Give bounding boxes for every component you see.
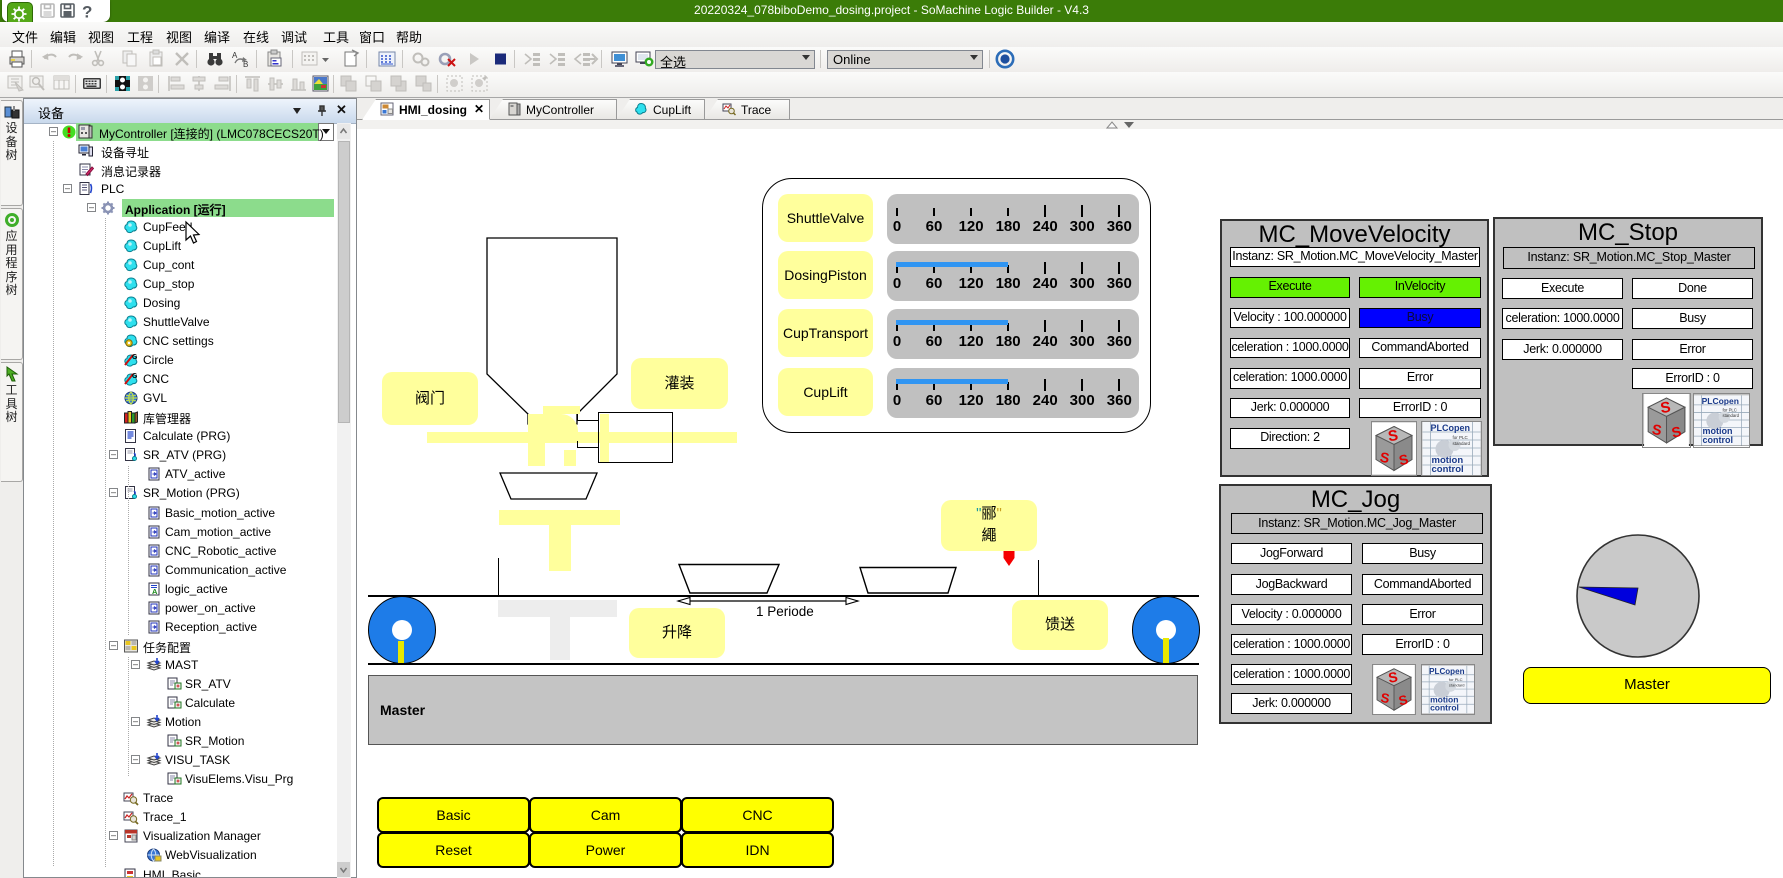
svg-text:control: control: [1432, 464, 1464, 475]
svg-text:for PLC: for PLC: [1722, 407, 1736, 412]
svg-text:A: A: [152, 587, 158, 596]
svg-text:A: A: [232, 51, 238, 60]
svg-text:standard: standard: [1453, 441, 1471, 446]
svg-text:PLCopen: PLCopen: [1702, 396, 1739, 406]
svg-text:PLCopen: PLCopen: [1431, 423, 1471, 433]
svg-text:standard: standard: [1449, 682, 1465, 687]
svg-text:for PLC: for PLC: [1449, 677, 1463, 682]
svg-text:B: B: [243, 60, 248, 69]
svg-text:PLCopen: PLCopen: [1429, 667, 1464, 676]
svg-text:G: G: [132, 373, 138, 380]
svg-text:G: G: [132, 354, 138, 361]
svg-text:control: control: [1430, 703, 1459, 713]
svg-text:for PLC: for PLC: [1453, 435, 1469, 440]
svg-text:standard: standard: [1722, 413, 1739, 418]
svg-text:control: control: [1703, 435, 1734, 445]
